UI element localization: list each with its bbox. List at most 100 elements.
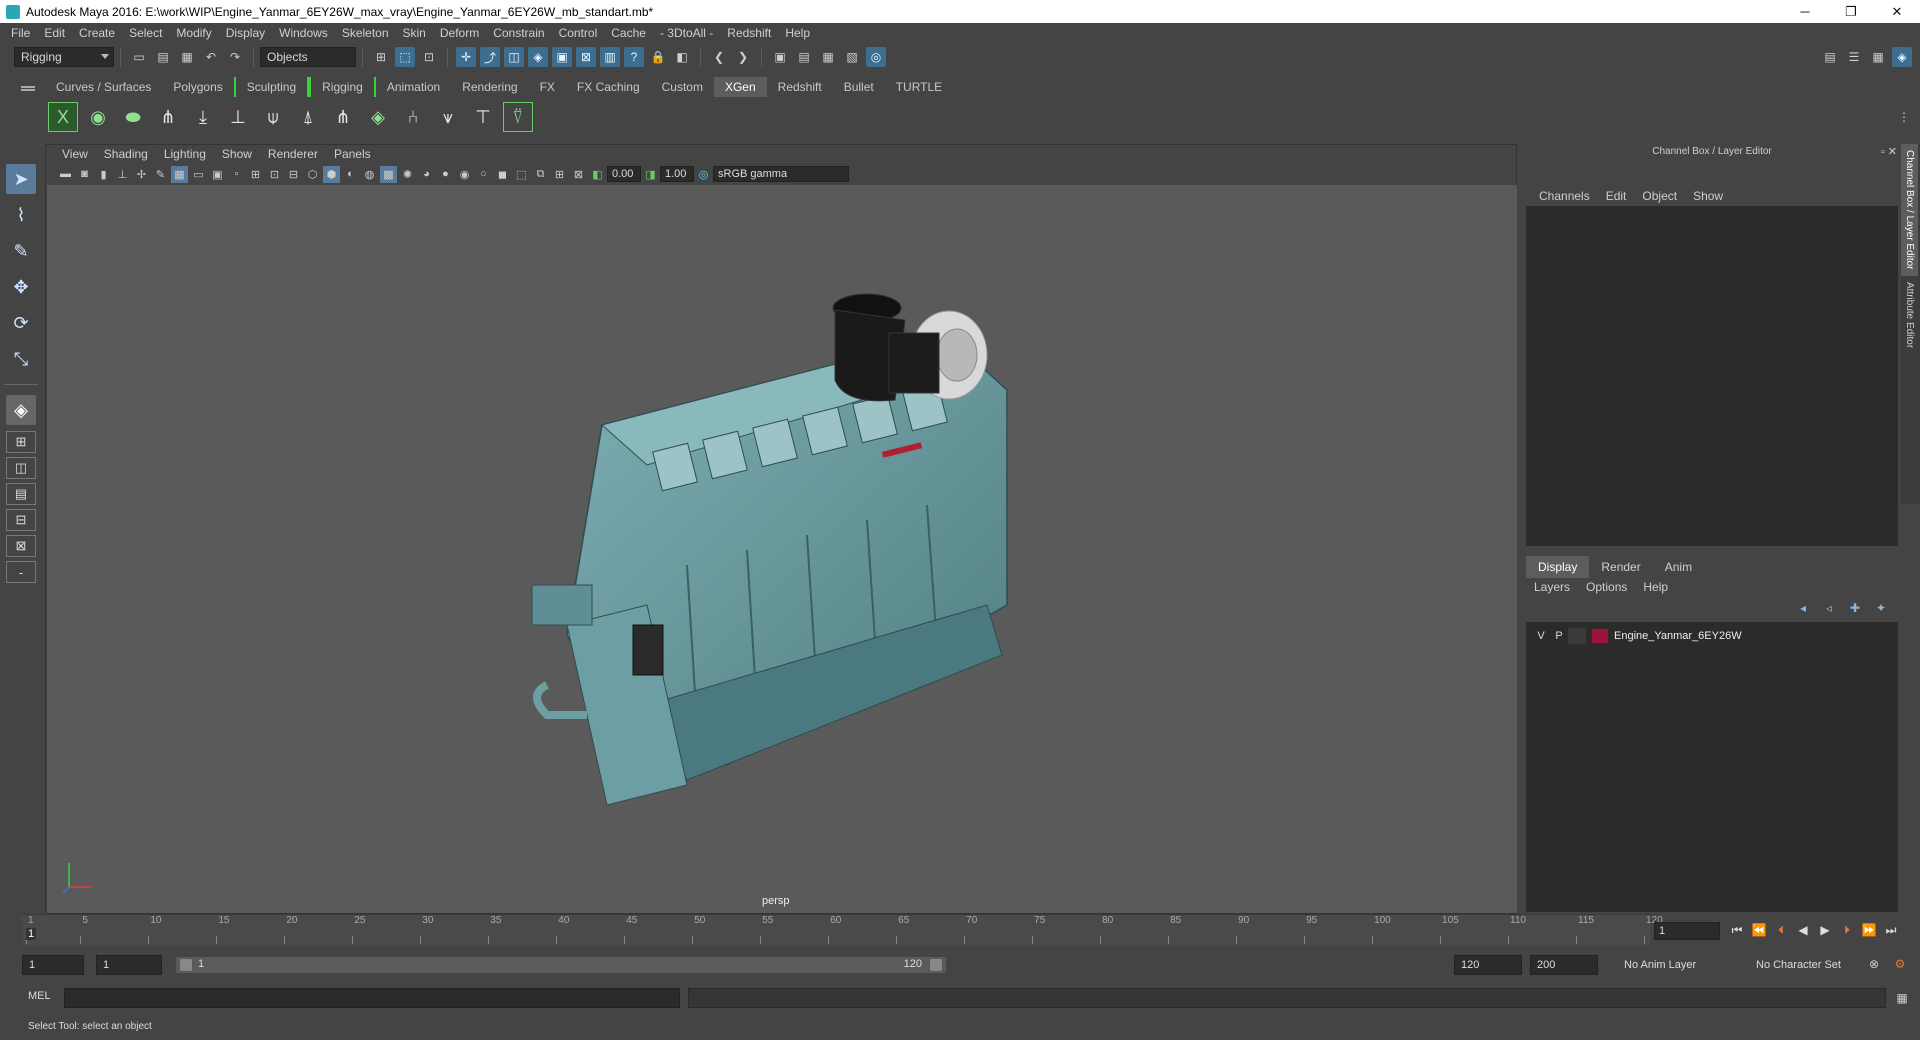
layer-row[interactable]: V P Engine_Yanmar_6EY26W (1526, 626, 1898, 646)
move-tool-icon[interactable]: ✥ (6, 272, 36, 302)
select-component-icon[interactable]: ⊡ (419, 47, 439, 67)
xgen-add-guide-icon[interactable]: ⤓ (188, 102, 218, 132)
render-frame-icon[interactable]: ▤ (794, 47, 814, 67)
channel-box-toggle-icon[interactable]: ◈ (1892, 47, 1912, 67)
layer-menu-options[interactable]: Options (1578, 580, 1635, 594)
xgen-editor-icon[interactable]: X (48, 102, 78, 132)
menu-create[interactable]: Create (72, 26, 122, 40)
use-all-lights-icon[interactable]: ✺ (399, 166, 416, 183)
symmetry-icon[interactable]: ? (624, 47, 644, 67)
go-to-start-icon[interactable]: ⏮ (1726, 920, 1748, 940)
menu-3dtoall[interactable]: - 3DtoAll - (653, 26, 720, 40)
tool-settings-toggle-icon[interactable]: ▦ (1868, 47, 1888, 67)
camera-attr-icon[interactable]: ◙ (76, 166, 93, 183)
layer-menu-layers[interactable]: Layers (1526, 580, 1578, 594)
minimize-button[interactable]: ─ (1782, 0, 1828, 23)
lock-icon[interactable]: 🔒 (648, 47, 668, 67)
hypershade-layout-icon[interactable]: ⊠ (6, 535, 36, 557)
vp-menu-panels[interactable]: Panels (326, 147, 379, 161)
default-material-icon[interactable]: ◐ (342, 166, 359, 183)
xray-components-icon[interactable]: ⊠ (570, 166, 587, 183)
menu-deform[interactable]: Deform (433, 26, 486, 40)
new-layer-from-selected-icon[interactable]: ✦ (1871, 600, 1891, 616)
shelf-tab-sculpting[interactable]: Sculpting (233, 77, 310, 97)
gamma-icon[interactable]: ◨ (642, 166, 659, 183)
grid-icon[interactable]: ▦ (171, 165, 188, 183)
vp-menu-view[interactable]: View (54, 147, 96, 161)
snap-vertex-icon[interactable]: ▥ (600, 47, 620, 67)
xgen-grow-icon[interactable]: ⩛ (433, 102, 463, 132)
cb-menu-edit[interactable]: Edit (1598, 189, 1635, 203)
camera-select-icon[interactable]: ▬ (57, 166, 74, 183)
menu-select[interactable]: Select (122, 26, 169, 40)
cb-menu-channels[interactable]: Channels (1531, 189, 1598, 203)
animation-end-field[interactable]: 200 (1530, 955, 1598, 975)
shadows-icon[interactable]: ◕ (418, 166, 435, 183)
auto-key-icon[interactable]: ⊗ (1864, 954, 1884, 974)
snap-live-icon[interactable]: ⊠ (576, 47, 596, 67)
time-slider-track[interactable]: 1 5 10 15 20 25 30 35 40 45 50 55 60 65 70 75 80 85 90 95 10… (22, 914, 1663, 946)
shelf-tab-custom[interactable]: Custom (651, 77, 714, 97)
character-set-dropdown[interactable]: No Character Set (1750, 955, 1870, 975)
outliner-layout-icon[interactable]: ▤ (6, 483, 36, 505)
move-layer-up-icon[interactable]: ◂ (1793, 600, 1813, 616)
shelf-tab-fx[interactable]: FX (529, 77, 566, 97)
cb-menu-show[interactable]: Show (1685, 189, 1731, 203)
xgen-guides-icon[interactable]: ⋔ (153, 102, 183, 132)
gamma-field[interactable]: 1.00 (660, 166, 694, 182)
selection-mode-dropdown[interactable]: Objects (260, 47, 356, 67)
layer-tab-display[interactable]: Display (1526, 556, 1590, 578)
layer-color-swatch[interactable] (1592, 629, 1608, 643)
snap-surface-icon[interactable]: ▣ (552, 47, 572, 67)
menu-file[interactable]: File (4, 26, 37, 40)
two-d-pan-icon[interactable]: ✢ (133, 166, 150, 183)
mel-input[interactable] (64, 988, 680, 1008)
select-tool-icon[interactable]: ➤ (6, 164, 36, 194)
xgen-eye-icon[interactable]: ◉ (83, 102, 113, 132)
play-forward-icon[interactable]: ▶ (1814, 920, 1836, 940)
move-layer-down-icon[interactable]: ◃ (1819, 600, 1839, 616)
layer-name[interactable]: Engine_Yanmar_6EY26W (1614, 630, 1742, 642)
paint-select-tool-icon[interactable]: ✎ (6, 236, 36, 266)
wireframe-on-shaded-icon[interactable]: ◍ (361, 166, 378, 183)
menu-cache[interactable]: Cache (604, 26, 653, 40)
xgen-layers-icon[interactable]: ◈ (363, 102, 393, 132)
menu-display[interactable]: Display (219, 26, 272, 40)
range-start-handle[interactable] (180, 959, 192, 971)
menu-modify[interactable]: Modify (169, 26, 218, 40)
layer-menu-help[interactable]: Help (1635, 580, 1676, 594)
layer-display-type-toggle[interactable] (1568, 628, 1586, 644)
xgen-description-icon[interactable]: ⬬ (118, 102, 148, 132)
input-ops-icon[interactable]: ❮ (709, 47, 729, 67)
grease-pencil-icon[interactable]: ✎ (152, 166, 169, 183)
menu-set-dropdown[interactable]: Rigging (14, 47, 114, 67)
field-chart-icon[interactable]: ⊞ (247, 166, 264, 183)
xgen-sculpt-icon[interactable]: ⍦ (258, 102, 288, 132)
xgen-bend-icon[interactable]: ⑃ (398, 102, 428, 132)
render-settings-icon[interactable]: ▧ (842, 47, 862, 67)
current-frame-marker[interactable]: 1 (26, 928, 36, 940)
script-editor-icon[interactable]: ▦ (1892, 988, 1912, 1008)
step-forward-key-icon[interactable]: ⏩ (1858, 920, 1880, 940)
menu-windows[interactable]: Windows (272, 26, 335, 40)
motion-blur-icon[interactable]: ◉ (456, 166, 473, 183)
shelf-tab-fx-caching[interactable]: FX Caching (566, 77, 651, 97)
shelf-tab-rigging[interactable]: Rigging (309, 77, 376, 97)
side-tab-channel-box[interactable]: Channel Box / Layer Editor (1901, 144, 1918, 276)
shelf-tab-rendering[interactable]: Rendering (451, 77, 528, 97)
menu-edit[interactable]: Edit (37, 26, 72, 40)
playback-end-field[interactable]: 120 (1454, 955, 1522, 975)
menu-control[interactable]: Control (552, 26, 605, 40)
select-hierarchy-icon[interactable]: ⊞ (371, 47, 391, 67)
history-icon[interactable]: ◧ (672, 47, 692, 67)
menu-constrain[interactable]: Constrain (486, 26, 551, 40)
menu-skin[interactable]: Skin (396, 26, 433, 40)
shelf-tab-turtle[interactable]: TURTLE (885, 77, 953, 97)
wireframe-icon[interactable]: ⬡ (304, 166, 321, 183)
attribute-editor-toggle-icon[interactable]: ☰ (1844, 47, 1864, 67)
preferences-icon[interactable]: ⚙ (1890, 954, 1910, 974)
playback-start-field[interactable]: 1 (96, 955, 162, 975)
side-by-side-layout-icon[interactable]: ◫ (6, 457, 36, 479)
exposure-icon[interactable]: ◧ (589, 166, 606, 183)
rotate-tool-icon[interactable]: ⟳ (6, 308, 36, 338)
